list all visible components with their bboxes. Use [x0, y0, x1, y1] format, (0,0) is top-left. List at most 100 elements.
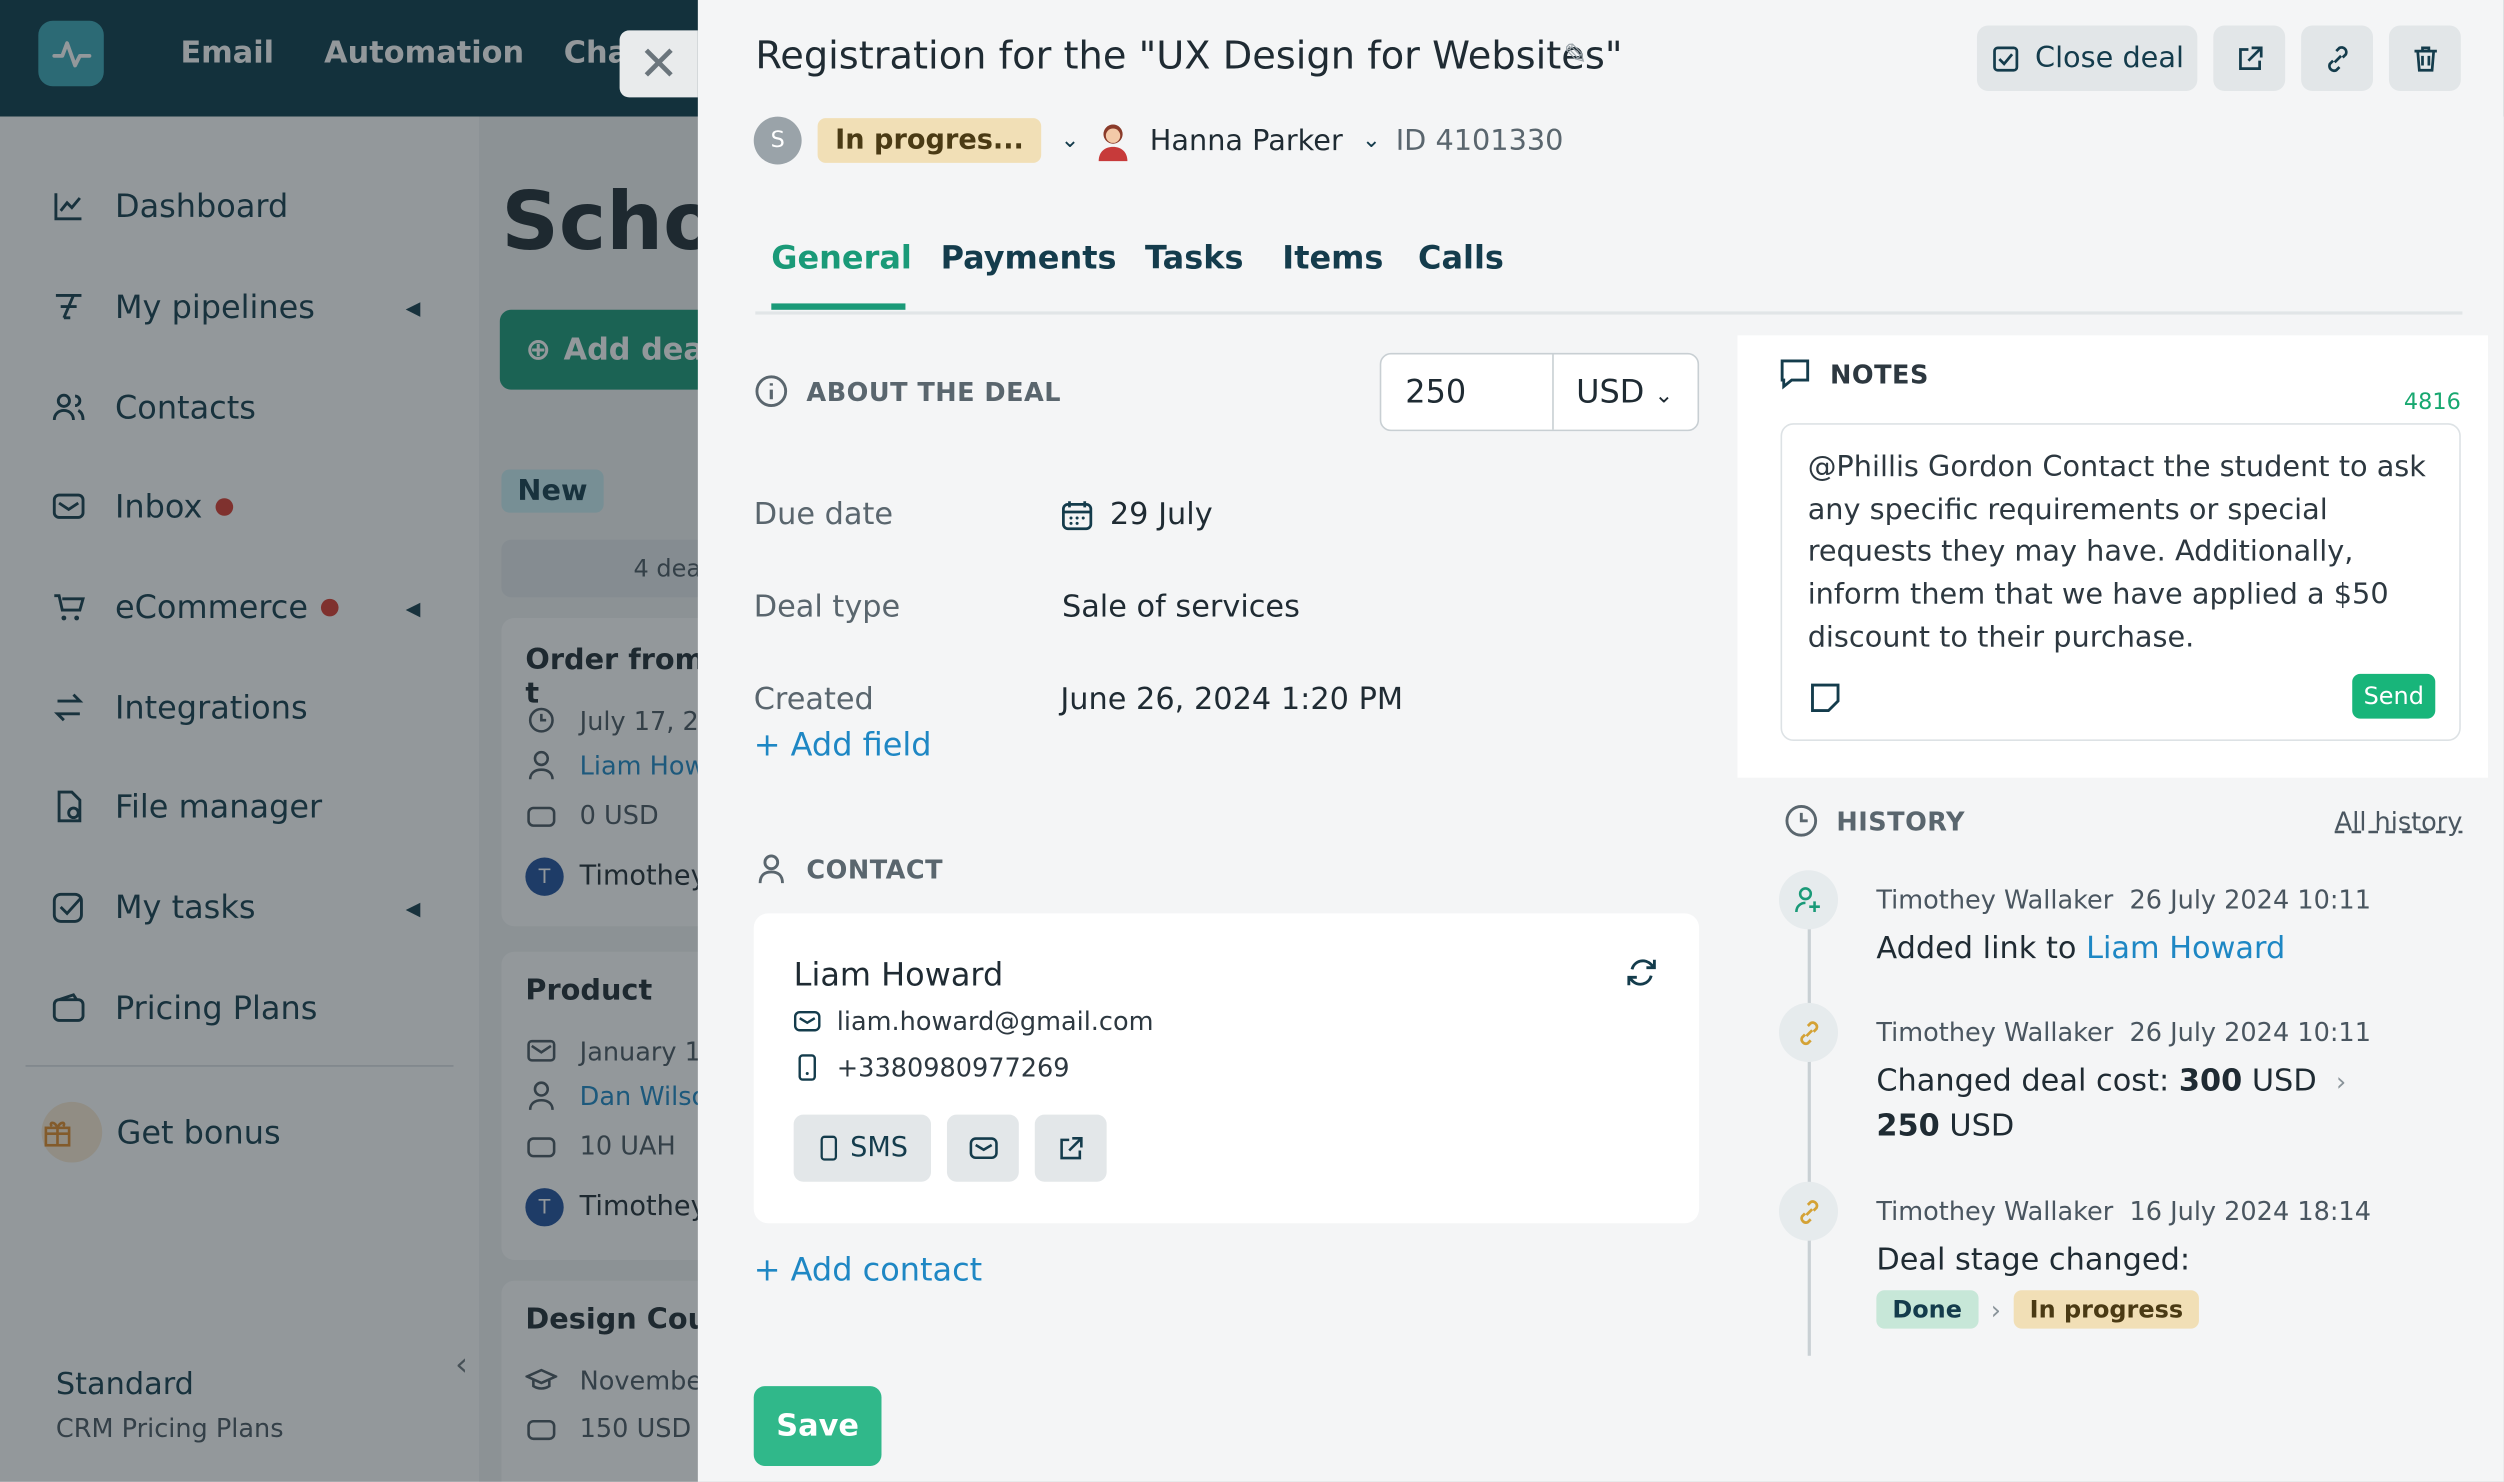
relink-icon[interactable]	[1624, 955, 1659, 997]
contact-name[interactable]: Liam Howard	[794, 955, 1004, 993]
notes-panel: NOTES 4816 @Phillis Gordon Contact the s…	[1737, 335, 2488, 778]
stage-badge: In progress	[2013, 1290, 2200, 1329]
history-time: 26 July 2024 10:11	[2129, 1017, 2371, 1048]
close-deal-button[interactable]: Close deal	[1976, 25, 2198, 92]
history-time: 26 July 2024 10:11	[2129, 884, 2371, 916]
stage-badge: Done	[1876, 1290, 1978, 1329]
deal-type-value[interactable]: Sale of services	[1062, 589, 1300, 624]
field-label: Deal type	[753, 589, 901, 625]
sms-label: SMS	[850, 1132, 909, 1165]
save-button[interactable]: Save	[753, 1386, 882, 1466]
external-link-icon	[2238, 45, 2262, 70]
copy-link-button[interactable]	[2301, 25, 2373, 92]
chevron-down-icon: ⌄	[1060, 127, 1080, 154]
email-contact-button[interactable]	[946, 1114, 1019, 1182]
chevron-down-icon: ⌄	[1654, 383, 1674, 409]
calendar-icon	[1062, 500, 1093, 530]
send-button[interactable]: Send	[2352, 673, 2436, 719]
amount-value[interactable]: 250	[1381, 354, 1554, 430]
contact-email-text: liam.howard@gmail.com	[836, 1006, 1154, 1037]
history-text: Changed deal cost: 300 USD ›	[1876, 1064, 2346, 1099]
delete-deal-button[interactable]	[2388, 25, 2461, 92]
tab-payments[interactable]: Payments	[941, 238, 1117, 276]
owner-selector[interactable]: Hanna Parker ⌄	[1094, 115, 1381, 166]
edit-pencil-icon[interactable]: ✎	[1563, 38, 1587, 72]
deal-drawer: Registration for the "UX Design for Webs…	[697, 0, 2504, 1482]
add-contact-link[interactable]: + Add contact	[754, 1250, 982, 1288]
mail-icon	[793, 1010, 821, 1032]
all-history-link[interactable]: All history	[2335, 806, 2463, 836]
old-cost-value: 300	[2178, 1063, 2243, 1099]
clock-icon	[1785, 804, 1818, 837]
new-cost-value: 250	[1876, 1108, 1940, 1144]
link-icon	[1778, 1181, 1839, 1241]
due-date-text: 29 July	[1109, 496, 1213, 532]
owner-name: Hanna Parker	[1149, 123, 1343, 158]
deal-amount-input[interactable]: 250 USD ⌄	[1379, 352, 1700, 432]
created-value: June 26, 2024 1:20 PM	[1060, 681, 1404, 718]
tab-tasks[interactable]: Tasks	[1145, 238, 1243, 276]
history-meta: Timothey Wallaker 26 July 2024 10:11	[1876, 1017, 2371, 1047]
external-link-icon	[1060, 1136, 1083, 1159]
contact-card: Liam Howard liam.howard@gmail.com +33809…	[753, 913, 1700, 1224]
field-label: Created	[753, 681, 874, 718]
history-section-title: HISTORY	[1836, 805, 1966, 836]
phone-icon	[798, 1054, 816, 1081]
chevron-right-icon: ›	[1990, 1294, 2001, 1325]
notes-section-title: NOTES	[1830, 358, 1929, 389]
checkbox-icon	[1993, 45, 2019, 71]
contact-section-title: CONTACT	[806, 853, 944, 884]
history-section-header: HISTORY	[1784, 803, 1965, 838]
deal-id: ID 4101330	[1395, 123, 1564, 158]
history-action: Changed deal cost:	[1876, 1063, 2179, 1099]
currency-value: USD	[1576, 372, 1645, 411]
open-contact-button[interactable]	[1034, 1114, 1107, 1182]
close-drawer-button[interactable]: ✕	[619, 30, 698, 98]
history-panel: HISTORY All history Timothey Wallaker 26…	[1777, 794, 2480, 1369]
user-add-icon	[1778, 870, 1839, 930]
stage-change: Done › In progress	[1876, 1290, 2200, 1329]
info-icon	[755, 375, 788, 408]
comment-icon	[1780, 359, 1810, 390]
close-icon: ✕	[638, 35, 679, 92]
history-meta: Timothey Wallaker 26 July 2024 10:11	[1876, 885, 2371, 915]
history-author: Timothey Wallaker	[1876, 884, 2114, 916]
history-contact-link[interactable]: Liam Howard	[2086, 931, 2285, 966]
tab-calls[interactable]: Calls	[1418, 238, 1504, 276]
mail-icon	[968, 1137, 997, 1160]
due-date-value[interactable]: 29 July	[1060, 496, 1213, 532]
history-author: Timothey Wallaker	[1876, 1196, 2114, 1227]
character-count: 4816	[2403, 389, 2461, 416]
deal-title: Registration for the "UX Design for Webs…	[755, 33, 1623, 79]
open-external-button[interactable]	[2213, 25, 2286, 92]
sms-button[interactable]: SMS	[793, 1114, 931, 1182]
history-text: Deal stage changed:	[1876, 1242, 2191, 1278]
about-section-header: ABOUT THE DEAL	[754, 374, 1061, 409]
trash-icon	[2413, 45, 2437, 71]
contact-section-header: CONTACT	[754, 851, 943, 886]
note-text: @Phillis Gordon Contact the student to a…	[1807, 450, 2426, 655]
contact-email[interactable]: liam.howard@gmail.com	[793, 1006, 1154, 1037]
avatar: S	[753, 116, 802, 165]
history-action: Added link to	[1876, 930, 2087, 967]
add-field-link[interactable]: + Add field	[754, 725, 932, 763]
currency-select[interactable]: USD ⌄	[1554, 355, 1698, 430]
stage-selector[interactable]: S In progres... ⌄	[753, 115, 1080, 166]
avatar	[1094, 120, 1132, 162]
attachment-icon[interactable]	[1808, 680, 1843, 722]
phone-icon	[821, 1135, 838, 1161]
new-cost-unit: USD	[1949, 1108, 2015, 1144]
about-section-title: ABOUT THE DEAL	[806, 376, 1062, 407]
field-label: Due date	[753, 496, 894, 532]
tab-items[interactable]: Items	[1282, 238, 1383, 276]
tab-general[interactable]: General	[771, 238, 912, 276]
timeline-line	[1807, 921, 1811, 1356]
history-text: Added link to Liam Howard	[1876, 931, 2285, 966]
history-meta: Timothey Wallaker 16 July 2024 18:14	[1876, 1196, 2371, 1226]
note-textarea[interactable]: @Phillis Gordon Contact the student to a…	[1780, 423, 2461, 741]
history-text: 250 USD	[1876, 1108, 2014, 1143]
history-author: Timothey Wallaker	[1876, 1017, 2114, 1048]
contact-phone[interactable]: +3380980977269	[794, 1052, 1070, 1083]
notes-section-header: NOTES	[1777, 356, 1928, 391]
deal-tabs: General Payments Tasks Items Calls	[755, 235, 2463, 315]
